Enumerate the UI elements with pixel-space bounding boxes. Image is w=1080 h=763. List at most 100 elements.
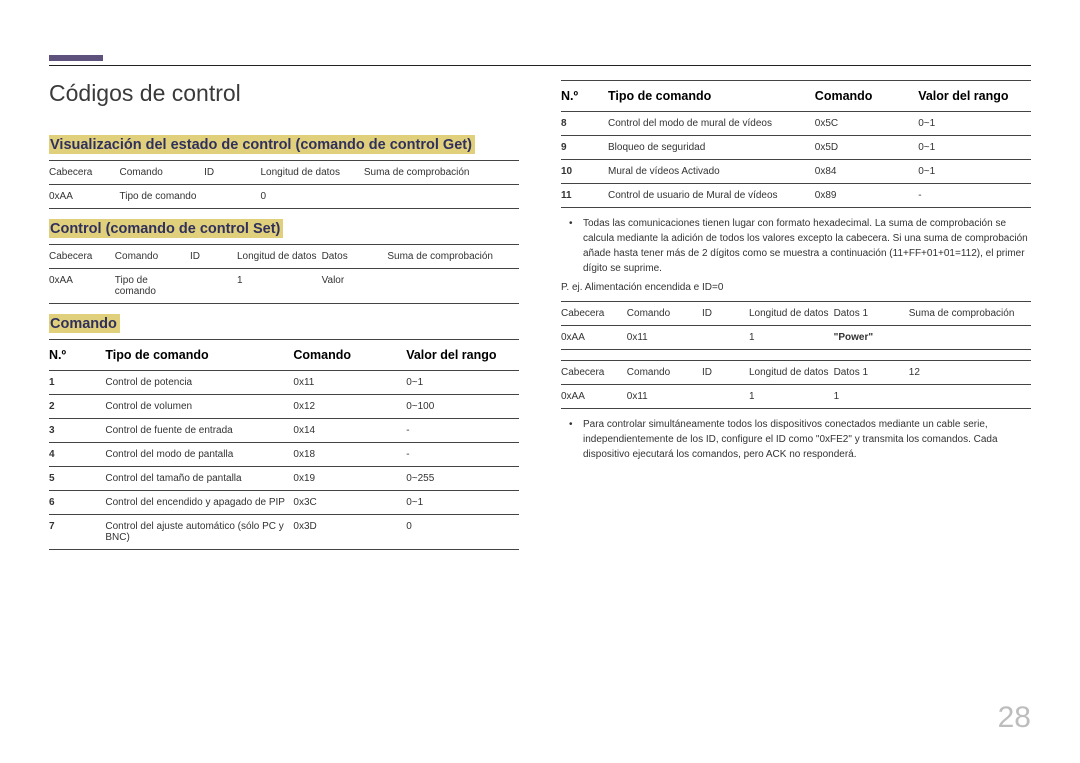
th: Cabecera	[49, 245, 115, 269]
td: Valor	[322, 269, 388, 304]
td-cmd: 0x5C	[815, 112, 918, 136]
example-label: P. ej. Alimentación encendida e ID=0	[561, 282, 1031, 293]
td	[190, 269, 237, 304]
td: 0xAA	[49, 269, 115, 304]
example-table-a: Cabecera Comando ID Longitud de datos Da…	[561, 301, 1031, 350]
td: 1	[749, 385, 834, 409]
td-type: Control de usuario de Mural de vídeos	[608, 184, 815, 208]
td-range: 0~255	[406, 467, 519, 491]
th: Longitud de datos	[749, 302, 834, 326]
th: Comando	[815, 81, 918, 112]
td-cmd: 0x18	[293, 443, 406, 467]
td	[909, 385, 1031, 409]
th: N.º	[561, 81, 608, 112]
td: 1	[834, 385, 909, 409]
right-column: N.º Tipo de comando Comando Valor del ra…	[561, 80, 1031, 550]
page-number: 28	[998, 701, 1031, 735]
page-title: Códigos de control	[49, 80, 519, 107]
th: Valor del rango	[918, 81, 1031, 112]
th: Longitud de datos	[237, 245, 322, 269]
td-range: 0~1	[918, 112, 1031, 136]
td: 0x11	[627, 326, 702, 350]
th: Datos	[322, 245, 388, 269]
th: ID	[204, 161, 260, 185]
th: ID	[702, 302, 749, 326]
th: Datos 1	[834, 361, 909, 385]
th: ID	[190, 245, 237, 269]
th: Comando	[627, 302, 702, 326]
td: 0	[260, 185, 363, 209]
td-type: Control de volumen	[105, 395, 293, 419]
set-table: Cabecera Comando ID Longitud de datos Da…	[49, 244, 519, 304]
td-num: 9	[561, 136, 608, 160]
th: Comando	[120, 161, 205, 185]
td: 0x11	[627, 385, 702, 409]
td: Tipo de comando	[115, 269, 190, 304]
td-range: 0~1	[918, 136, 1031, 160]
command-table-left: N.º Tipo de comando Comando Valor del ra…	[49, 339, 519, 550]
td-range: 0~1	[918, 160, 1031, 184]
td-type: Control de fuente de entrada	[105, 419, 293, 443]
section-heading-cmd: Comando	[49, 314, 120, 333]
table-row: 1Control de potencia0x110~1	[49, 371, 519, 395]
td-type: Control del tamaño de pantalla	[105, 467, 293, 491]
td-type: Control del encendido y apagado de PIP	[105, 491, 293, 515]
td-num: 3	[49, 419, 105, 443]
td: 0xAA	[49, 185, 120, 209]
td-num: 1	[49, 371, 105, 395]
td-cmd: 0x3C	[293, 491, 406, 515]
td-num: 2	[49, 395, 105, 419]
section-heading-get: Visualización del estado de control (com…	[49, 135, 475, 154]
td-type: Control del modo de pantalla	[105, 443, 293, 467]
td: 1	[237, 269, 322, 304]
left-column: Códigos de control Visualización del est…	[49, 80, 519, 550]
command-table-right: N.º Tipo de comando Comando Valor del ra…	[561, 80, 1031, 208]
td-cmd: 0x11	[293, 371, 406, 395]
page-columns: Códigos de control Visualización del est…	[49, 80, 1031, 550]
table-row: 11Control de usuario de Mural de vídeos0…	[561, 184, 1031, 208]
section-heading-set: Control (comando de control Set)	[49, 219, 283, 238]
table-row: 5Control del tamaño de pantalla0x190~255	[49, 467, 519, 491]
td-type: Control del modo de mural de vídeos	[608, 112, 815, 136]
td	[387, 269, 519, 304]
td-range: -	[406, 443, 519, 467]
table-row: 7Control del ajuste automático (sólo PC …	[49, 515, 519, 550]
td-num: 10	[561, 160, 608, 184]
th: Tipo de comando	[608, 81, 815, 112]
td-num: 7	[49, 515, 105, 550]
td-range: -	[406, 419, 519, 443]
td-num: 4	[49, 443, 105, 467]
th: ID	[702, 361, 749, 385]
td-num: 6	[49, 491, 105, 515]
td	[364, 185, 519, 209]
th: Cabecera	[561, 361, 627, 385]
th: Longitud de datos	[260, 161, 363, 185]
get-table: Cabecera Comando ID Longitud de datos Su…	[49, 160, 519, 209]
td-cmd: 0x84	[815, 160, 918, 184]
header-rule	[49, 65, 1031, 66]
th: Cabecera	[49, 161, 120, 185]
header-accent-bar	[49, 55, 103, 61]
td-type: Control de potencia	[105, 371, 293, 395]
td-cmd: 0x14	[293, 419, 406, 443]
th: Longitud de datos	[749, 361, 834, 385]
td: 1	[749, 326, 834, 350]
td	[702, 385, 749, 409]
example-table-b: Cabecera Comando ID Longitud de datos Da…	[561, 360, 1031, 409]
th: Valor del rango	[406, 340, 519, 371]
td-range: -	[918, 184, 1031, 208]
th: Comando	[627, 361, 702, 385]
td-type: Mural de vídeos Activado	[608, 160, 815, 184]
table-row: 9Bloqueo de seguridad0x5D0~1	[561, 136, 1031, 160]
td-cmd: 0x19	[293, 467, 406, 491]
td-cmd: 0x3D	[293, 515, 406, 550]
td-cmd: 0x12	[293, 395, 406, 419]
td	[909, 326, 1031, 350]
td-range: 0	[406, 515, 519, 550]
td	[204, 185, 260, 209]
td: 0xAA	[561, 385, 627, 409]
td	[702, 326, 749, 350]
td-num: 5	[49, 467, 105, 491]
td-range: 0~100	[406, 395, 519, 419]
th: Suma de comprobación	[364, 161, 519, 185]
